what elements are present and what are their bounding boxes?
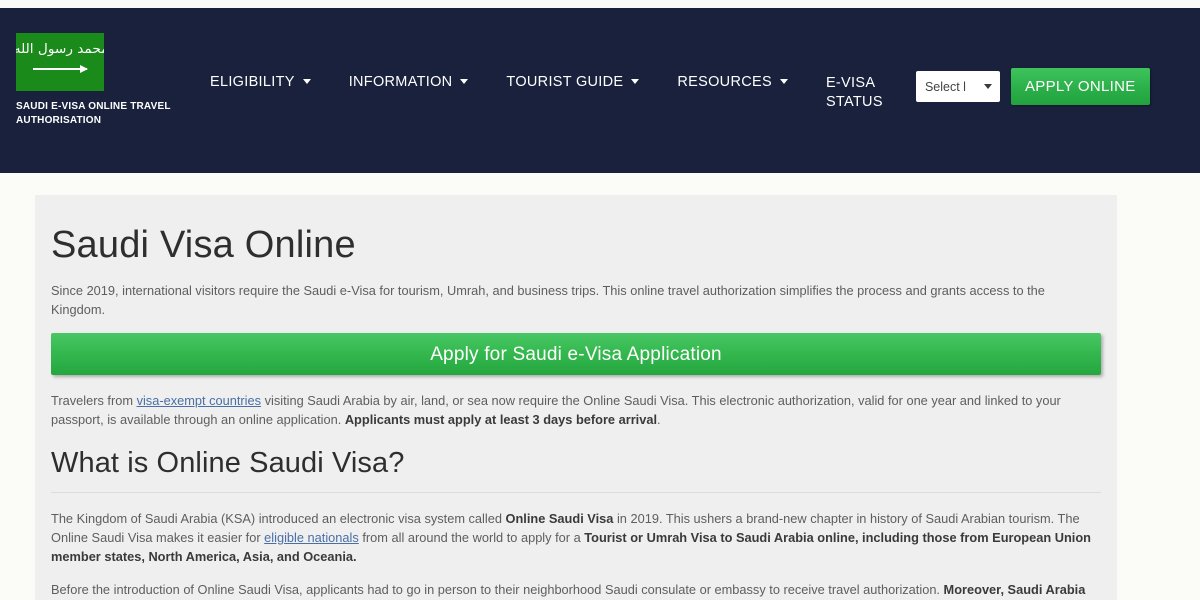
chevron-down-icon <box>779 79 788 84</box>
before-text-a: Before the introduction of Online Saudi … <box>51 582 944 597</box>
section-heading: What is Online Saudi Visa? <box>51 447 405 479</box>
page-title: Saudi Visa Online <box>51 224 356 266</box>
page-body: Saudi Visa Online Since 2019, internatio… <box>0 173 1200 600</box>
nav-label-information: INFORMATION <box>348 74 453 90</box>
brand-name: SAUDI E-VISA ONLINE TRAVEL AUTHORISATION <box>16 101 171 126</box>
nav-item-resources[interactable]: RESOURCES <box>677 68 788 96</box>
req-lead-text: Travelers from <box>51 393 137 408</box>
apply-for-evisa-cta[interactable]: Apply for Saudi e-Visa Application <box>51 333 1101 375</box>
chevron-down-icon <box>302 79 311 84</box>
before-introduction-paragraph: Before the introduction of Online Saudi … <box>51 580 1101 600</box>
top-spacer <box>0 0 1200 8</box>
req-bold-text: Applicants must apply at least 3 days be… <box>344 412 658 427</box>
visa-exempt-countries-link[interactable]: visa-exempt countries <box>137 393 261 408</box>
req-tail-text: . <box>657 412 661 427</box>
requirements-paragraph: Travelers from visa-exempt countries vis… <box>51 391 1101 429</box>
language-select[interactable]: Select l <box>915 71 1000 102</box>
chevron-down-icon <box>631 79 640 84</box>
intro-paragraph: Since 2019, international visitors requi… <box>51 283 1045 317</box>
what-is-text-c: from all around the world to apply for a <box>358 530 585 545</box>
apply-online-button[interactable]: APPLY ONLINE <box>1010 68 1150 105</box>
sword-icon <box>33 65 88 73</box>
chevron-down-icon <box>460 79 469 84</box>
section-divider <box>51 492 1101 493</box>
shahada-script: لا إله إلا الله محمد رسول الله <box>16 42 104 57</box>
brand-logo[interactable]: لا إله إلا الله محمد رسول الله SAUDI E-V… <box>16 33 191 128</box>
what-is-text-a: The Kingdom of Saudi Arabia (KSA) introd… <box>51 511 506 526</box>
nav-item-information[interactable]: INFORMATION <box>349 68 469 96</box>
nav-item-evisa-status[interactable]: E-VISA STATUS <box>826 68 892 118</box>
nav-label-tourist-guide: TOURIST GUIDE <box>506 74 624 90</box>
nav-label-resources: RESOURCES <box>677 74 772 90</box>
chevron-down-icon <box>983 84 992 89</box>
main-navigation: ELIGIBILITY INFORMATION TOURIST GUIDE RE… <box>210 68 1192 128</box>
nav-item-eligibility[interactable]: ELIGIBILITY <box>210 68 311 96</box>
nav-item-tourist-guide[interactable]: TOURIST GUIDE <box>506 68 640 96</box>
saudi-flag-icon: لا إله إلا الله محمد رسول الله <box>16 33 104 91</box>
what-is-paragraph: The Kingdom of Saudi Arabia (KSA) introd… <box>51 509 1101 566</box>
nav-label-eligibility: ELIGIBILITY <box>210 74 295 90</box>
what-is-bold-a: Online Saudi Visa <box>505 511 614 526</box>
site-header: لا إله إلا الله محمد رسول الله SAUDI E-V… <box>0 8 1200 173</box>
language-select-value: Select l <box>924 79 966 94</box>
content-card: Saudi Visa Online Since 2019, internatio… <box>35 195 1117 600</box>
eligible-nationals-link[interactable]: eligible nationals <box>264 530 359 545</box>
